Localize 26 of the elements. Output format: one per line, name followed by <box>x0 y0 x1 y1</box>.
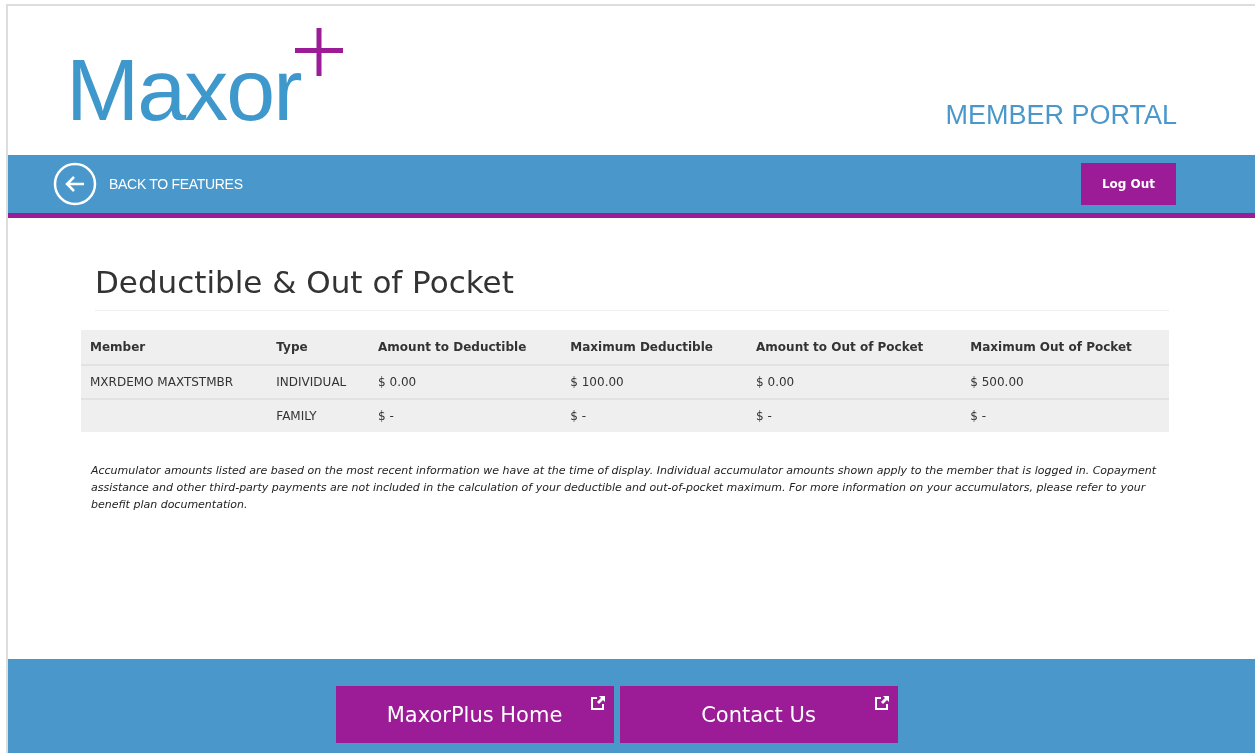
maxor-logo: Maxor <box>66 28 343 134</box>
table-cell: $ - <box>970 409 986 423</box>
table-cell: $ 500.00 <box>970 375 1024 389</box>
external-link-icon <box>590 696 605 710</box>
table-cell: $ 0.00 <box>378 375 417 389</box>
footer-link[interactable]: MaxorPlus Home <box>335 686 614 743</box>
table-cell: $ - <box>756 409 772 423</box>
column-header: Maximum Out of Pocket <box>961 330 1169 365</box>
table-cell: $ 0.00 <box>756 375 795 389</box>
external-link-icon <box>874 696 889 710</box>
footer-link[interactable]: Contact Us <box>619 686 898 743</box>
page-title: Deductible & Out of Pocket <box>95 264 1169 311</box>
disclaimer-text: Accumulator amounts listed are based on the most recent information we have at the time of display. Individual accumulator amounts shown apply to the member that is logged in. Copayment assistance and other third-party payments are not included in the calculation of your deductible and out-of-pocket maximum. For more information on your accumulators, please refer to your benefit plan documentation. <box>91 463 1158 513</box>
logout-button[interactable]: Log Out <box>1081 163 1176 205</box>
table-cell: FAMILY <box>276 409 317 423</box>
column-header: Amount to Out of Pocket <box>747 330 962 365</box>
column-header: Type <box>267 330 370 365</box>
table-cell: $ 100.00 <box>570 375 624 389</box>
table-cell: $ - <box>378 409 394 423</box>
table-cell: MXRDEMO MAXTSTMBR <box>90 375 234 389</box>
column-header: Maximum Deductible <box>561 330 748 365</box>
table-cell: INDIVIDUAL <box>276 375 347 389</box>
column-header: Member <box>81 330 268 365</box>
column-header: Amount to Deductible <box>369 330 562 365</box>
portal-title: MEMBER PORTAL <box>945 100 1177 131</box>
table-cell: $ - <box>570 409 587 423</box>
